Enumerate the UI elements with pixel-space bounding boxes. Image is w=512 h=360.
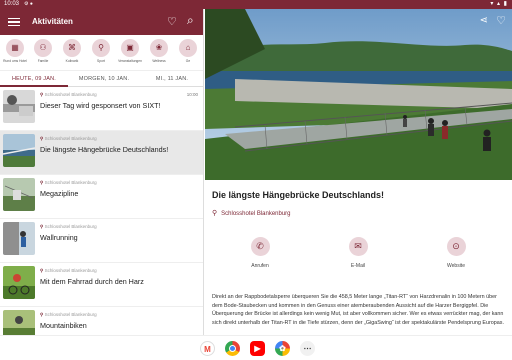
category-more[interactable]: ⌂ Ge <box>176 39 200 63</box>
contact-actions: ✆ Anrufen ✉ E-Mail ⊙ Website <box>205 237 512 277</box>
item-location: Schlosshotel Blankenburg <box>44 312 97 317</box>
item-title: Die längste Hängebrücke Deutschlands! <box>40 145 169 154</box>
list-item[interactable]: ⚲ Schlosshotel Blankenburg Mit dem Fahrr… <box>0 263 203 307</box>
call-button-label: Anrufen <box>251 263 269 269</box>
category-rund-ums-hotel[interactable]: ▦ Rund ums Hotel <box>3 39 27 63</box>
website-button-label: Website <box>447 263 465 269</box>
email-button-label: E-Mail <box>350 263 366 269</box>
lotus-icon: ❀ <box>155 43 163 52</box>
category-veranstaltungen[interactable]: ▣ Veranstaltungen <box>118 39 142 63</box>
call-button[interactable]: ✆ Anrufen <box>235 237 285 269</box>
item-location: Schlosshotel Blankenburg <box>44 224 97 229</box>
category-label: Kulinarik <box>65 59 79 63</box>
gmail-app-icon[interactable]: M <box>200 341 215 356</box>
list-item[interactable]: ⚲ Schlosshotel Blankenburg Megazipline <box>0 175 203 219</box>
category-label: Wellness <box>152 59 166 63</box>
list-item[interactable]: ⚲ Schlosshotel Blankenburg Mountainbiken <box>0 307 203 335</box>
cutlery-icon: ⌘ <box>68 43 76 52</box>
hero-image: ⋖ ♡ <box>205 9 512 180</box>
category-label: Familie <box>37 59 49 63</box>
date-tabs: HEUTE, 09 JAN. MORGEN, 10 JAN. MI., 11 J… <box>0 71 203 87</box>
tab-today[interactable]: HEUTE, 09 JAN. <box>0 71 68 87</box>
category-label: Rund ums Hotel <box>3 59 27 63</box>
status-bar: 10:03 ⚙ ● ▾ ▴ ▮ <box>0 0 512 9</box>
activity-thumbnail <box>3 90 35 123</box>
detail-title: Die längste Hängebrücke Deutschlands! <box>212 190 385 200</box>
app-bar: Aktivitäten ♡ ⌕ <box>0 9 203 35</box>
item-location: Schlosshotel Blankenburg <box>44 268 97 273</box>
item-title: Mit dem Fahrrad durch den Harz <box>40 277 144 286</box>
activity-thumbnail <box>3 134 35 167</box>
item-title: Mountainbiken <box>40 321 87 330</box>
tab-tomorrow[interactable]: MORGEN, 10 JAN. <box>68 71 140 87</box>
detail-description: Direkt an der Rappbodetalsperre überquer… <box>212 294 504 326</box>
status-system-icons: ▾ ▴ ▮ <box>490 1 508 7</box>
pin-icon: ⚲ <box>40 92 44 97</box>
list-item-selected[interactable]: ⚲ Schlosshotel Blankenburg Die längste H… <box>0 131 203 175</box>
category-kulinarik[interactable]: ⌘ Kulinarik <box>60 39 84 63</box>
activity-thumbnail <box>3 222 35 255</box>
activity-detail-pane: ⋖ ♡ Die längste Hängebrücke Deutschlands… <box>205 9 512 335</box>
item-time: 10:00 <box>186 92 198 97</box>
category-label: Sport <box>97 59 105 63</box>
phone-icon: ✆ <box>250 237 270 256</box>
pin-icon: ⚲ <box>212 210 218 217</box>
activities-list-pane: Aktivitäten ♡ ⌕ ▦ Rund ums Hotel ⚇ Famil… <box>0 9 204 335</box>
menu-icon[interactable] <box>8 16 20 28</box>
website-button[interactable]: ⊙ Website <box>431 237 481 269</box>
mail-icon: ✉ <box>348 237 368 256</box>
status-notification-icons: ⚙ ● <box>24 1 33 7</box>
activity-thumbnail <box>3 266 35 299</box>
page-title: Aktivitäten <box>32 17 73 26</box>
heart-outline-icon[interactable]: ♡ <box>496 14 506 27</box>
share-icon[interactable]: ⋖ <box>480 15 488 26</box>
item-title: Wallrunning <box>40 233 78 242</box>
search-icon[interactable]: ⌕ <box>187 13 194 28</box>
pin-icon: ⚲ <box>40 268 44 273</box>
map-icon: ▦ <box>11 43 19 52</box>
bike-icon: ⚲ <box>98 43 104 52</box>
more-icon: ⌂ <box>185 43 191 52</box>
item-title: Megazipline <box>40 189 79 198</box>
category-label: Veranstaltungen <box>118 59 142 63</box>
activity-thumbnail <box>3 310 35 335</box>
youtube-app-icon[interactable]: ▶ <box>250 341 265 356</box>
category-label: Ge <box>185 59 191 63</box>
pin-icon: ⚲ <box>40 136 44 141</box>
category-familie[interactable]: ⚇ Familie <box>31 39 55 63</box>
detail-location[interactable]: ⚲ Schlosshotel Blankenburg <box>212 209 291 217</box>
taskbar-dock: M ▶ ✿ ⋯ <box>0 335 512 360</box>
heart-outline-icon[interactable]: ♡ <box>167 15 177 28</box>
status-time: 10:03 <box>4 1 20 7</box>
family-icon: ⚇ <box>39 43 47 52</box>
detail-location-label: Schlosshotel Blankenburg <box>221 211 291 217</box>
email-button[interactable]: ✉ E-Mail <box>333 237 383 269</box>
pin-icon: ⚲ <box>40 312 44 317</box>
tab-wednesday[interactable]: MI., 11 JAN. <box>140 71 203 87</box>
activity-thumbnail <box>3 178 35 211</box>
activity-list: ⚲ Schlosshotel Blankenburg Dieser Tag wi… <box>0 87 203 335</box>
pin-icon: ⚲ <box>40 180 44 185</box>
chrome-app-icon[interactable] <box>225 341 240 356</box>
pin-icon: ⚲ <box>40 224 44 229</box>
list-item[interactable]: ⚲ Schlosshotel Blankenburg Dieser Tag wi… <box>0 87 203 131</box>
app-window: 10:03 ⚙ ● ▾ ▴ ▮ Aktivitäten ♡ ⌕ ▦ Rund u… <box>0 0 512 360</box>
list-item[interactable]: ⚲ Schlosshotel Blankenburg Wallrunning <box>0 219 203 263</box>
item-title: Dieser Tag wird gesponsert von SIXT! <box>40 101 161 110</box>
photos-app-icon[interactable]: ✿ <box>275 341 290 356</box>
item-location: Schlosshotel Blankenburg <box>44 92 97 97</box>
category-bar: ▦ Rund ums Hotel ⚇ Familie ⌘ Kulinarik ⚲… <box>0 35 203 71</box>
item-location: Schlosshotel Blankenburg <box>44 180 97 185</box>
category-sport[interactable]: ⚲ Sport <box>89 39 113 63</box>
apps-grid-icon[interactable]: ⋯ <box>300 341 315 356</box>
category-wellness[interactable]: ❀ Wellness <box>147 39 171 63</box>
ticket-icon: ▣ <box>126 43 134 52</box>
link-icon: ⊙ <box>446 237 466 256</box>
item-location: Schlosshotel Blankenburg <box>44 136 97 141</box>
